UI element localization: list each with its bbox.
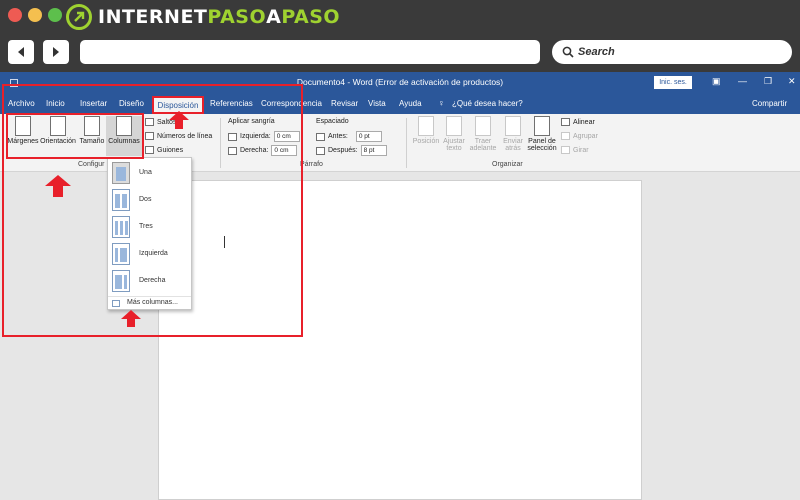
back-button[interactable] [8, 40, 34, 64]
spacing-after-field[interactable]: Después: 8 pt [316, 145, 387, 156]
share-button[interactable]: Compartir [752, 99, 787, 108]
align-button[interactable]: Alinear [561, 118, 595, 126]
annotation-arrow-icon [121, 310, 141, 327]
rotate-label: Girar [573, 146, 589, 154]
align-icon [561, 118, 570, 126]
selection-pane-label-2: selección [527, 145, 557, 152]
rotate-icon [561, 146, 570, 154]
logo-text-internet: INTERNET [98, 6, 208, 28]
close-window-button[interactable] [8, 8, 22, 22]
arrange-group-label: Organizar [492, 161, 523, 168]
wrap-text-label-2: texto [446, 145, 462, 152]
bring-forward-label-2: adelante [469, 145, 497, 152]
paragraph-group-label: Párrafo [300, 161, 323, 168]
forward-arrow-icon [53, 47, 59, 57]
selection-pane-button[interactable]: Panel de selección [526, 116, 558, 152]
tab-vista[interactable]: Vista [368, 99, 386, 108]
wrap-text-label-1: Ajustar [443, 138, 465, 145]
maximize-icon[interactable]: ❐ [764, 76, 772, 87]
tab-revisar[interactable]: Revisar [331, 99, 358, 108]
forward-button[interactable] [43, 40, 69, 64]
selection-pane-label-1: Panel de [528, 138, 556, 145]
group-label: Agrupar [573, 132, 598, 140]
selection-pane-icon [534, 116, 550, 136]
ribbon-divider [406, 118, 407, 168]
url-bar[interactable] [80, 40, 540, 64]
rotate-button[interactable]: Girar [561, 146, 589, 154]
annotation-buttons-box [6, 113, 144, 159]
wrap-text-icon [446, 116, 462, 136]
spacing-before-field[interactable]: Antes: 0 pt [316, 131, 382, 142]
minimize-window-button[interactable] [28, 8, 42, 22]
bring-forward-button[interactable]: Traer adelante [468, 116, 498, 152]
group-icon [561, 132, 570, 140]
bring-forward-icon [475, 116, 491, 136]
position-label: Posición [412, 138, 440, 145]
close-icon[interactable]: ✕ [788, 76, 796, 87]
spacing-after-value[interactable]: 8 pt [360, 145, 387, 156]
search-input[interactable]: Search [552, 40, 792, 64]
send-backward-icon [505, 116, 521, 136]
position-button[interactable]: Posición [412, 116, 440, 145]
lightbulb-icon: ♀ [438, 98, 445, 108]
spacing-before-icon [316, 132, 325, 141]
maximize-window-button[interactable] [48, 8, 62, 22]
search-label: Search [578, 46, 615, 58]
site-logo[interactable]: INTERNET PASO A PASO [66, 4, 341, 30]
search-icon [562, 46, 574, 58]
send-backward-label-2: atrás [505, 145, 521, 152]
spacing-before-label: Antes: [328, 133, 348, 140]
group-button[interactable]: Agrupar [561, 132, 598, 140]
restore-ribbon-icon[interactable]: ▣ [712, 76, 721, 87]
spacing-after-icon [316, 146, 325, 155]
logo-text-a: A [266, 6, 282, 28]
minimize-icon[interactable]: — [738, 76, 747, 86]
spacing-title: Espaciado [316, 118, 349, 125]
send-backward-button[interactable]: Enviar atrás [499, 116, 527, 152]
annotation-arrow-icon [45, 175, 71, 197]
send-backward-label-1: Enviar [503, 138, 523, 145]
tell-me-search[interactable]: ¿Qué desea hacer? [452, 99, 523, 108]
sign-in-button[interactable]: Inic. ses. [654, 76, 692, 89]
logo-text-paso-2: PASO [281, 6, 341, 28]
position-icon [418, 116, 434, 136]
align-label: Alinear [573, 118, 595, 126]
tab-ayuda[interactable]: Ayuda [399, 99, 422, 108]
bring-forward-label-1: Traer [474, 138, 492, 145]
browser-chrome: INTERNET PASO A PASO Search [0, 0, 800, 72]
logo-arrow-icon [66, 4, 92, 30]
annotation-arrow-icon [169, 111, 189, 129]
logo-text-paso: PASO [207, 6, 267, 28]
wrap-text-button[interactable]: Ajustar texto [441, 116, 467, 152]
spacing-after-label: Después: [328, 147, 358, 154]
spacing-before-value[interactable]: 0 pt [355, 131, 382, 142]
back-arrow-icon [18, 47, 24, 57]
